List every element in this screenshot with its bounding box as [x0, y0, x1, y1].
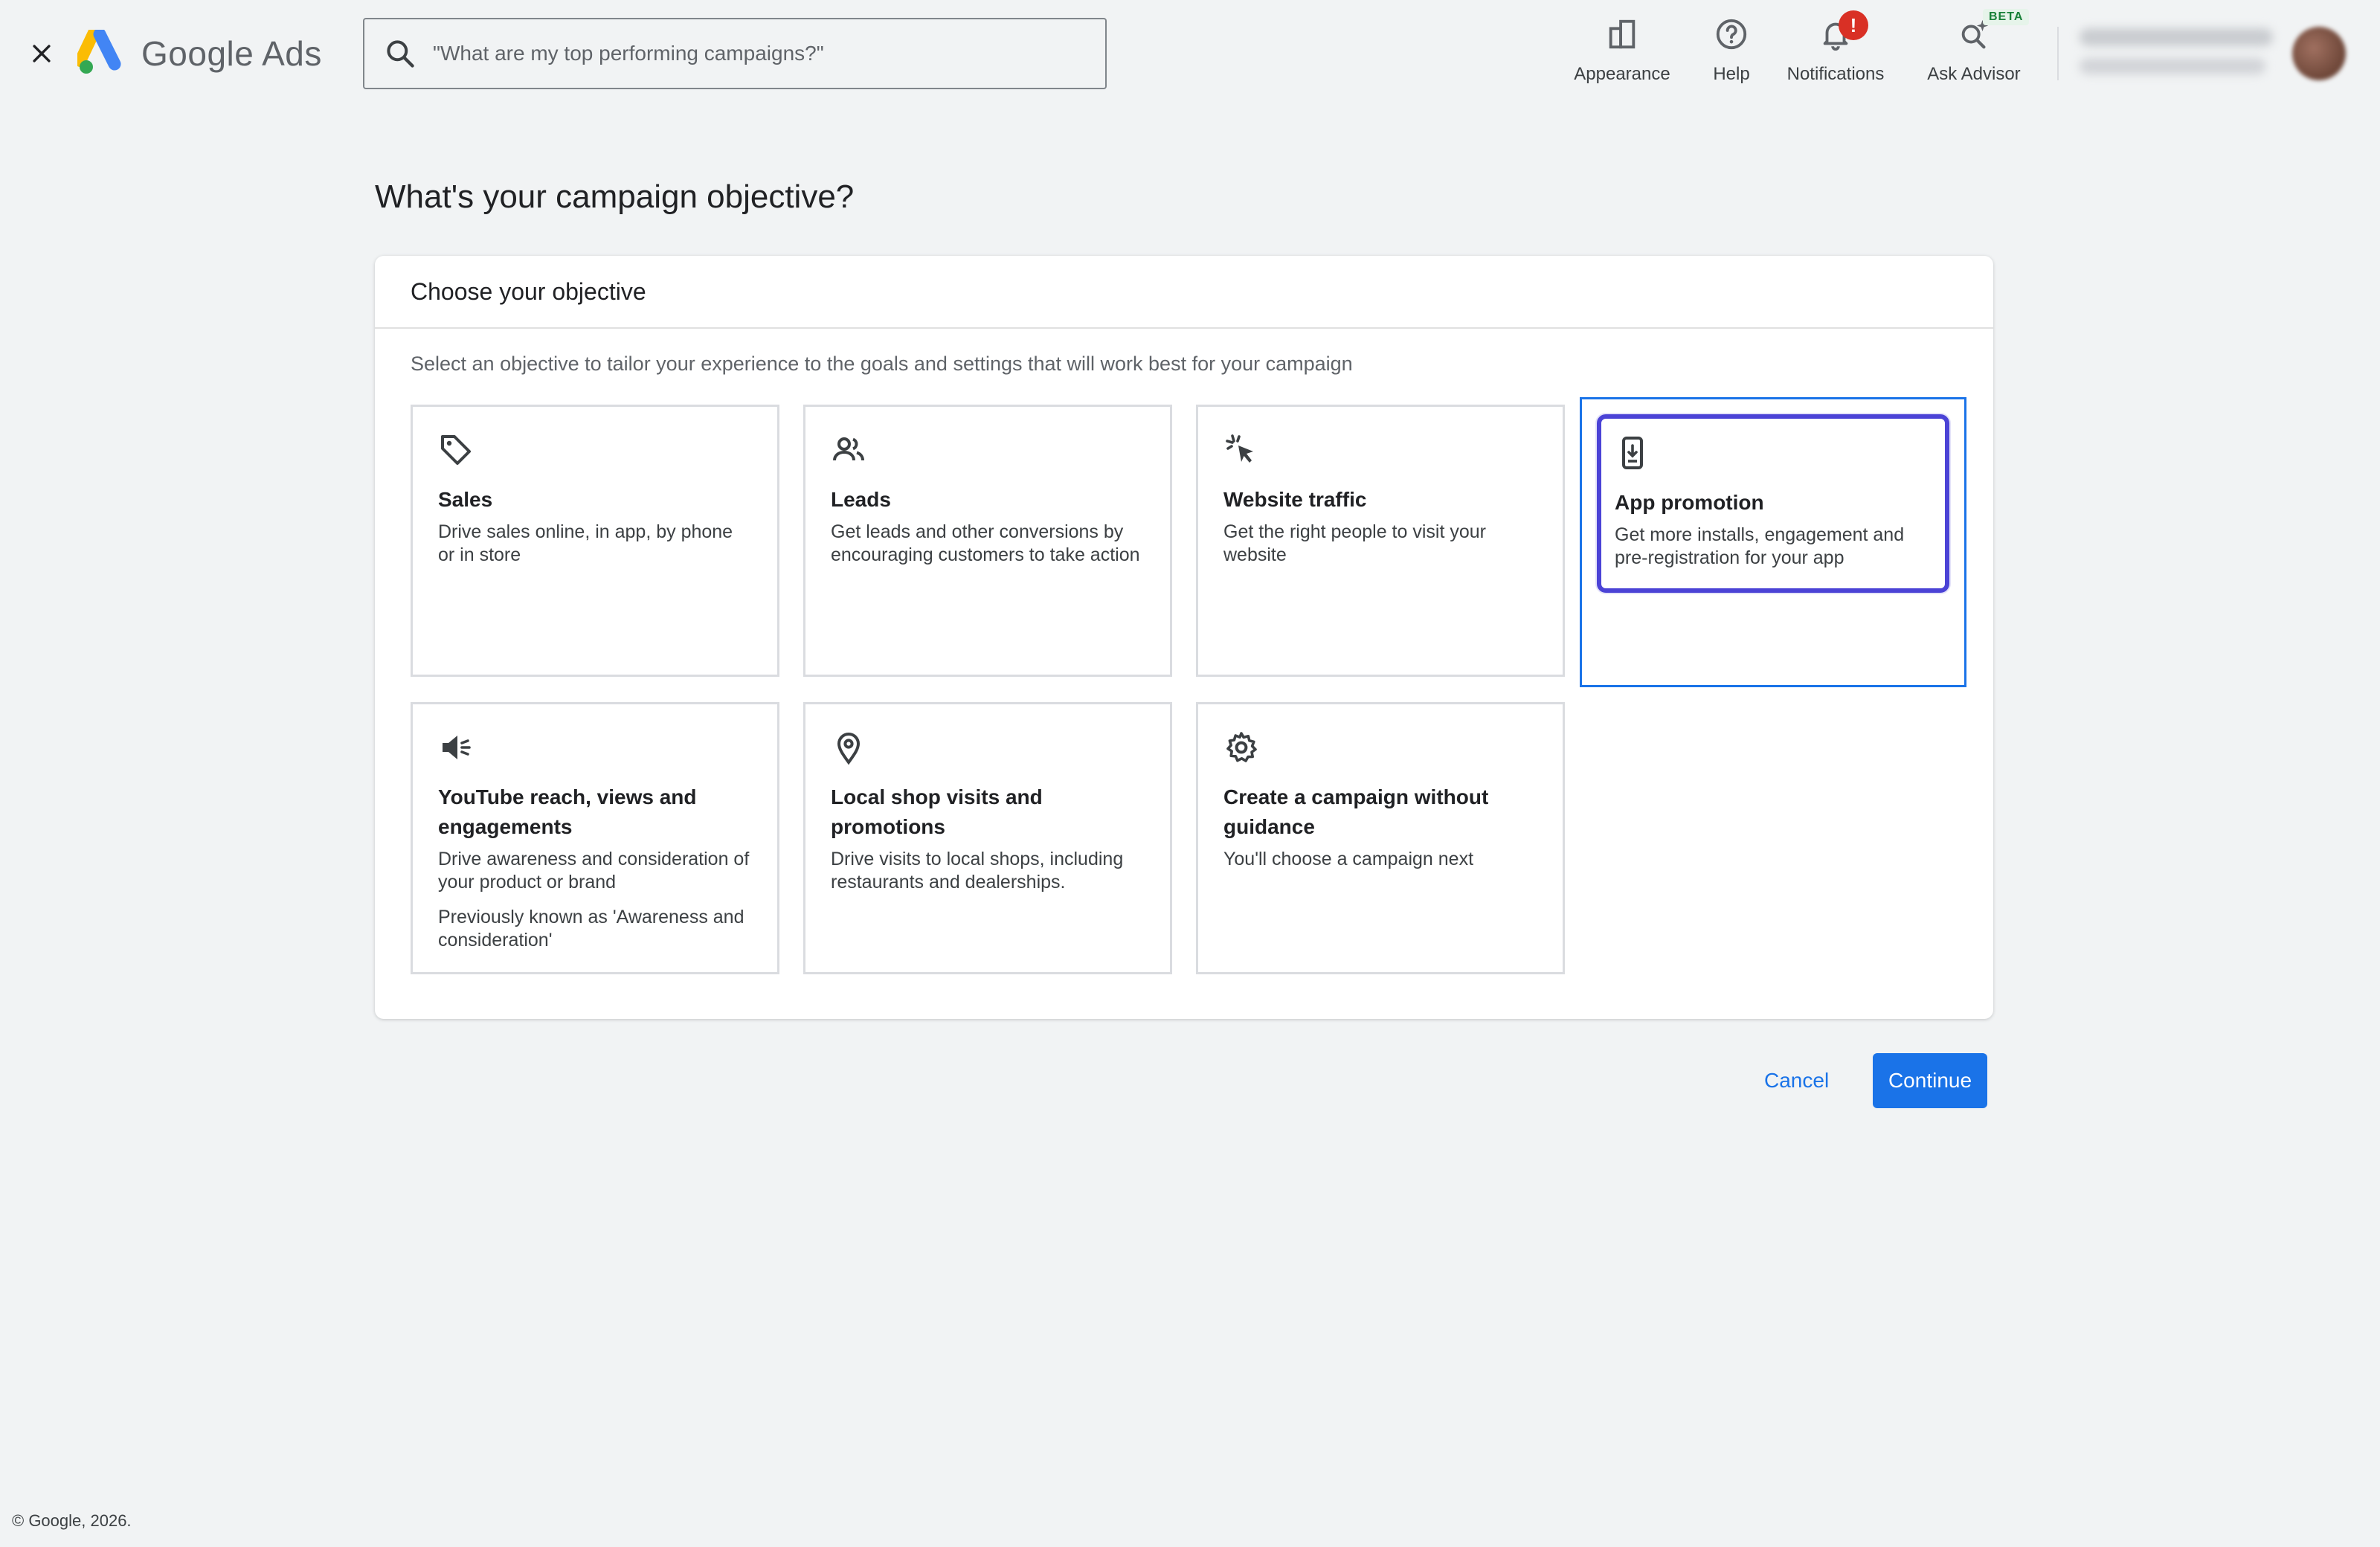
form-actions: Cancel Continue	[1755, 1053, 1993, 1108]
location-pin-icon	[837, 733, 861, 765]
panel-description: Select an objective to tailor your exper…	[411, 353, 1353, 375]
selected-card-outline: App promotion Get more installs, engagem…	[1597, 414, 1949, 593]
ask-advisor-label: Ask Advisor	[1927, 64, 2021, 84]
search-box[interactable]	[363, 18, 1107, 89]
account-info[interactable]	[2080, 28, 2280, 79]
page-title: What's your campaign objective?	[375, 178, 855, 215]
beta-badge: BETA	[1983, 9, 2030, 25]
cursor-click-icon	[1226, 434, 1253, 463]
objective-card-youtube-reach[interactable]: YouTube reach, views and engagements Dri…	[411, 702, 779, 974]
objective-panel: Choose your objective Select an objectiv…	[375, 256, 1993, 1019]
objective-description: Drive awareness and consideration of you…	[438, 849, 750, 892]
phone-download-icon	[1622, 437, 1643, 469]
close-icon	[33, 45, 51, 62]
objective-title: Sales	[438, 488, 493, 511]
megaphone-icon	[443, 736, 471, 759]
objective-description: Get more installs, engagement and pre-re…	[1615, 524, 1905, 568]
objective-card-sales[interactable]: Sales Drive sales online, in app, by pho…	[411, 405, 779, 677]
objective-card-app-promotion[interactable]: App promotion Get more installs, engagem…	[1580, 397, 1966, 687]
objective-title: Create a campaign without guidance	[1223, 785, 1489, 838]
objective-card-website-traffic[interactable]: Website traffic Get the right people to …	[1196, 405, 1565, 677]
copyright: © Google, 2026.	[12, 1511, 132, 1530]
objective-title: Website traffic	[1223, 488, 1367, 511]
objective-description: You'll choose a campaign next	[1223, 849, 1474, 869]
cancel-button[interactable]: Cancel	[1755, 1053, 1838, 1108]
search-input[interactable]	[433, 42, 1087, 65]
objective-title: YouTube reach, views and engagements	[438, 785, 697, 838]
objective-card-no-guidance[interactable]: Create a campaign without guidance You'l…	[1196, 702, 1565, 974]
people-icon	[833, 437, 864, 461]
top-bar: Google Ads Appearance	[0, 0, 2380, 107]
search-icon	[387, 40, 414, 68]
account-email-redacted	[2080, 58, 2265, 74]
google-ads-logo-icon	[77, 30, 121, 74]
objective-card-leads[interactable]: Leads Get leads and other conversions by…	[803, 405, 1172, 677]
objective-note: Previously known as 'Awareness and consi…	[438, 907, 744, 951]
account-name-redacted	[2080, 28, 2273, 46]
objective-title: Leads	[831, 488, 891, 511]
objective-description: Get the right people to visit your websi…	[1223, 521, 1486, 565]
objective-description: Get leads and other conversions by encou…	[831, 521, 1140, 565]
objective-title: App promotion	[1615, 491, 1764, 514]
avatar[interactable]	[2292, 27, 2346, 80]
objective-description: Drive sales online, in app, by phone or …	[438, 521, 733, 565]
notifications-label: Notifications	[1786, 64, 1885, 84]
notification-badge: !	[1839, 10, 1868, 40]
tag-icon	[441, 435, 471, 465]
gear-icon	[1226, 732, 1257, 762]
appearance-label: Appearance	[1574, 64, 1670, 84]
notifications-button[interactable]: ! Notifications	[1781, 10, 1891, 86]
panel-title: Choose your objective	[375, 256, 1993, 329]
continue-button[interactable]: Continue	[1873, 1053, 1987, 1108]
appearance-button[interactable]: Appearance	[1571, 12, 1673, 86]
objective-description: Drive visits to local shops, including r…	[831, 849, 1124, 892]
brand-name: Google Ads	[141, 34, 322, 73]
help-button[interactable]: Help	[1709, 12, 1754, 86]
header-divider	[2057, 27, 2059, 80]
objective-card-local-shop-visits[interactable]: Local shop visits and promotions Drive v…	[803, 702, 1172, 974]
close-button[interactable]	[24, 36, 60, 71]
page: Google Ads Appearance	[0, 0, 2380, 1547]
help-label: Help	[1713, 64, 1750, 84]
appearance-icon	[1609, 19, 1636, 49]
help-icon	[1716, 19, 1747, 50]
objective-title: Local shop visits and promotions	[831, 785, 1043, 838]
